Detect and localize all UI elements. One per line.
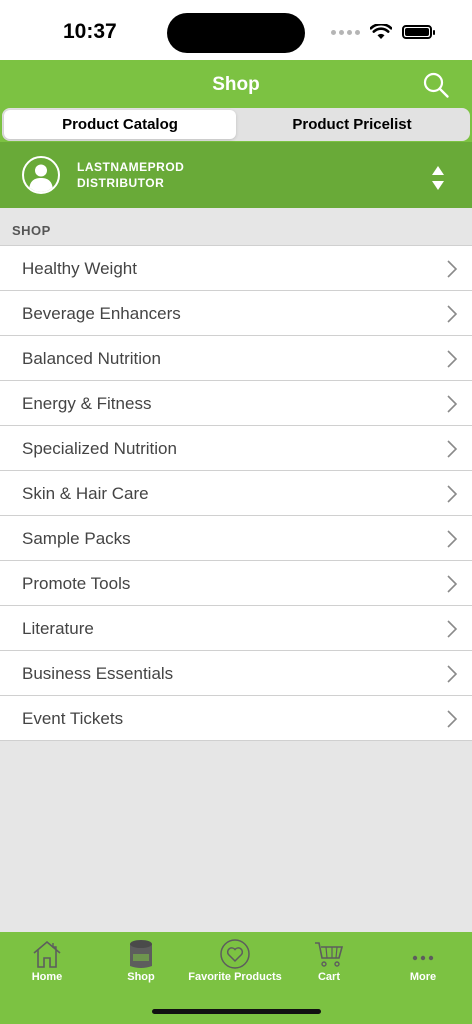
section-title: SHOP bbox=[12, 223, 51, 238]
status-time: 10:37 bbox=[63, 20, 117, 43]
tab-product-pricelist[interactable]: Product Pricelist bbox=[236, 110, 468, 139]
list-item-label: Promote Tools bbox=[22, 574, 131, 593]
list-item[interactable]: Balanced Nutrition bbox=[0, 336, 472, 381]
home-icon bbox=[33, 940, 61, 968]
list-item-label: Business Essentials bbox=[22, 664, 174, 683]
chevron-right-icon bbox=[447, 440, 458, 458]
chevron-right-icon bbox=[447, 260, 458, 278]
tab-home[interactable]: Home bbox=[0, 932, 94, 992]
segmented-control: Product Catalog Product Pricelist bbox=[2, 108, 470, 141]
list-item[interactable]: Sample Packs bbox=[0, 516, 472, 561]
distributor-role: DISTRIBUTOR bbox=[77, 176, 165, 190]
list-item-label: Beverage Enhancers bbox=[22, 304, 181, 323]
tab-cart[interactable]: Cart bbox=[282, 932, 376, 992]
tab-shop[interactable]: Shop bbox=[94, 932, 188, 992]
tab-label: Favorite Products bbox=[188, 971, 282, 983]
distributor-selector[interactable]: LASTNAMEPROD DISTRIBUTOR bbox=[0, 142, 472, 208]
page-title: Shop bbox=[212, 74, 260, 95]
status-bar: 10:37 bbox=[0, 0, 472, 60]
person-icon bbox=[29, 164, 53, 192]
list-item-label: Balanced Nutrition bbox=[22, 349, 161, 368]
list-item[interactable]: Event Tickets bbox=[0, 696, 472, 741]
chevron-right-icon bbox=[447, 575, 458, 593]
chevron-right-icon bbox=[447, 485, 458, 503]
section-header: SHOP bbox=[0, 208, 472, 245]
status-icons bbox=[331, 22, 435, 42]
list-item-label: Energy & Fitness bbox=[22, 394, 152, 413]
tab-label: Home bbox=[31, 971, 63, 983]
tab-product-catalog[interactable]: Product Catalog bbox=[4, 110, 236, 139]
tab-label: Cart bbox=[317, 971, 340, 983]
nav-bar: Shop bbox=[0, 60, 472, 108]
list-item[interactable]: Literature bbox=[0, 606, 472, 651]
chevron-right-icon bbox=[447, 665, 458, 683]
chevron-right-icon bbox=[447, 620, 458, 638]
heart-icon bbox=[220, 939, 250, 969]
list-item-label: Event Tickets bbox=[22, 709, 124, 728]
chevron-right-icon bbox=[447, 350, 458, 368]
avatar bbox=[22, 156, 60, 194]
chevron-right-icon bbox=[447, 395, 458, 413]
sort-updown-icon[interactable] bbox=[431, 164, 445, 192]
search-icon[interactable] bbox=[422, 71, 450, 99]
list-item[interactable]: Healthy Weight bbox=[0, 246, 472, 291]
list-item-label: Skin & Hair Care bbox=[22, 484, 149, 503]
dynamic-island bbox=[167, 13, 305, 53]
home-indicator[interactable] bbox=[152, 1009, 321, 1014]
chevron-right-icon bbox=[447, 530, 458, 548]
category-list: Healthy Weight Beverage Enhancers Balanc… bbox=[0, 245, 472, 741]
distributor-name: LASTNAMEPROD bbox=[77, 160, 185, 174]
list-item[interactable]: Promote Tools bbox=[0, 561, 472, 606]
list-item-label: Sample Packs bbox=[22, 529, 131, 548]
shop-icon bbox=[130, 940, 152, 968]
list-item-label: Healthy Weight bbox=[22, 259, 137, 278]
chevron-right-icon bbox=[447, 305, 458, 323]
list-item[interactable]: Energy & Fitness bbox=[0, 381, 472, 426]
chevron-right-icon bbox=[447, 710, 458, 728]
list-item-label: Specialized Nutrition bbox=[22, 439, 177, 458]
segment-wrapper: Product Catalog Product Pricelist bbox=[0, 108, 472, 142]
tab-label: Shop bbox=[127, 971, 155, 983]
wifi-icon bbox=[370, 24, 392, 39]
list-item[interactable]: Skin & Hair Care bbox=[0, 471, 472, 516]
signal-icon bbox=[331, 29, 360, 35]
list-item[interactable]: Specialized Nutrition bbox=[0, 426, 472, 471]
cart-icon bbox=[315, 942, 344, 967]
tab-label: More bbox=[409, 971, 437, 983]
list-item[interactable]: Business Essentials bbox=[0, 651, 472, 696]
tab-favorite-products[interactable]: Favorite Products bbox=[188, 932, 282, 992]
tab-more[interactable]: More bbox=[376, 932, 470, 992]
battery-icon bbox=[402, 25, 435, 39]
list-item[interactable]: Beverage Enhancers bbox=[0, 291, 472, 336]
more-icon bbox=[412, 955, 434, 961]
list-item-label: Literature bbox=[22, 619, 94, 638]
